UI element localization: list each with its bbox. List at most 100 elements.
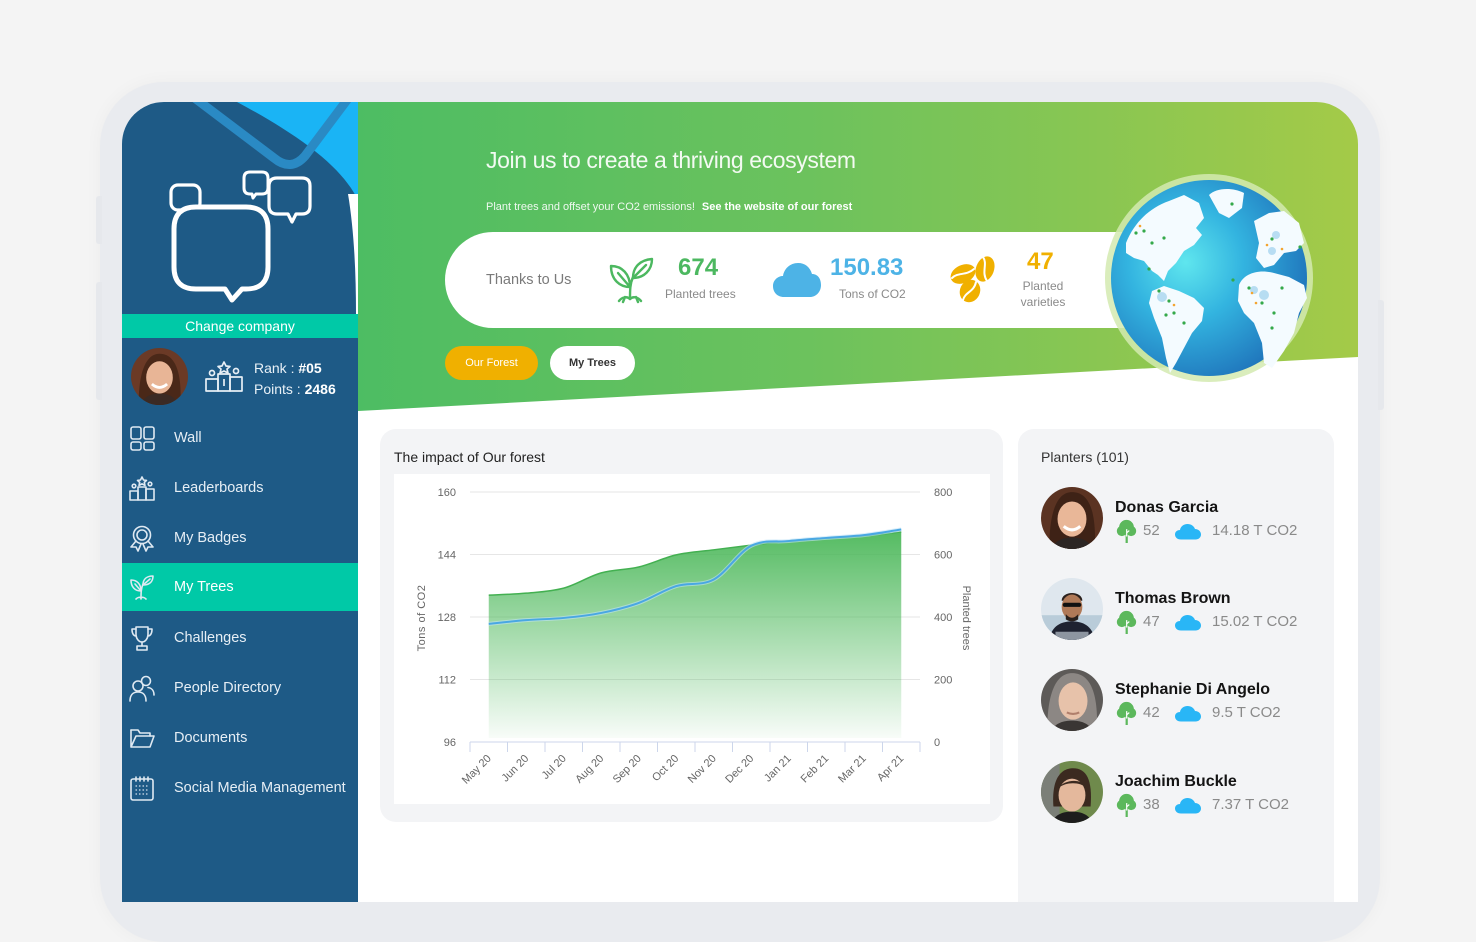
- planter-row[interactable]: Joachim Buckle 38 7.37 T CO2: [1041, 761, 1321, 825]
- trees-data-point: [786, 539, 791, 544]
- trees-data-point: [524, 618, 529, 623]
- cloud-icon: [1175, 524, 1201, 540]
- x-tick-label: Jul 20: [540, 753, 569, 782]
- trees-data-point: [861, 533, 866, 538]
- hero-title: Join us to create a thriving ecosystem: [486, 147, 856, 173]
- grid-icon: [128, 424, 156, 452]
- sidebar-item-my-trees[interactable]: My Trees: [122, 563, 358, 611]
- planter-co2: 14.18 T CO2: [1212, 522, 1298, 539]
- planter-row[interactable]: Stephanie Di Angelo 42 9.5 T CO2: [1041, 669, 1321, 733]
- cloud-icon: [1175, 798, 1201, 814]
- people-icon: [128, 674, 156, 702]
- device-side-button: [96, 282, 102, 400]
- points-label: Points :: [254, 381, 301, 397]
- avatar: [1041, 669, 1103, 731]
- device-side-button: [96, 196, 102, 244]
- company-logo[interactable]: [122, 102, 358, 314]
- planter-trees-count: 42: [1143, 704, 1160, 721]
- cloud-icon: [1175, 615, 1201, 631]
- podium-icon: [128, 474, 156, 502]
- y-left-tick-label: 112: [438, 675, 456, 687]
- x-tick-label: Dec 20: [723, 753, 756, 786]
- badge-icon: [128, 524, 156, 552]
- planted-trees-value: 674: [678, 254, 719, 281]
- podium-icon: [205, 361, 243, 392]
- chat-bubbles-icon: [169, 170, 312, 303]
- co2-data-point: [674, 552, 679, 557]
- rank-label: Rank :: [254, 360, 295, 376]
- avatar: [1041, 761, 1103, 823]
- sidebar-item-my-badges[interactable]: My Badges: [122, 513, 358, 563]
- tab-my-trees[interactable]: My Trees: [550, 346, 635, 380]
- app-screen: Change company Rank : #05 Points : 2486: [122, 102, 1358, 902]
- sidebar-item-social-media-management[interactable]: Social Media Management: [122, 763, 358, 813]
- planters-title: Planters (101): [1041, 449, 1129, 465]
- y-right-tick-label: 0: [934, 737, 940, 749]
- y-right-tick-label: 200: [934, 675, 952, 687]
- planter-row[interactable]: Thomas Brown 47 15.02 T CO2: [1041, 578, 1321, 642]
- forest-website-link[interactable]: See the website of our forest: [702, 201, 852, 213]
- coffee-beans-icon: [950, 256, 995, 303]
- planter-name: Donas Garcia: [1115, 499, 1219, 516]
- y-right-axis-title: Planted trees: [960, 586, 972, 651]
- calendar-icon: [128, 774, 156, 802]
- user-avatar[interactable]: [131, 348, 188, 405]
- x-tick-label: Jan 21: [762, 753, 794, 785]
- x-tick-label: Oct 20: [650, 753, 681, 784]
- y-right-tick-label: 800: [934, 487, 952, 499]
- planter-co2: 9.5 T CO2: [1212, 704, 1281, 721]
- cloud-icon: [773, 263, 821, 297]
- hero-subtitle-text: Plant trees and offset your CO2 emission…: [486, 201, 695, 213]
- x-tick-label: Jun 20: [500, 753, 532, 785]
- planter-trees-count: 38: [1143, 796, 1160, 813]
- avatar: [1041, 578, 1103, 640]
- avatar: [1041, 487, 1103, 549]
- rank-value: #05: [298, 360, 322, 376]
- sprout-icon: [609, 257, 654, 304]
- planter-row[interactable]: Donas Garcia 52 14.18 T CO2: [1041, 487, 1321, 551]
- y-left-tick-label: 144: [438, 550, 456, 562]
- trees-data-point: [561, 615, 566, 620]
- co2-data-point: [636, 565, 641, 570]
- x-tick-label: Aug 20: [573, 753, 606, 786]
- planter-trees-count: 52: [1143, 522, 1160, 539]
- trophy-icon: [128, 624, 156, 652]
- x-tick-label: Nov 20: [686, 753, 719, 786]
- sprout-icon: [128, 573, 156, 601]
- trees-data-point: [636, 600, 641, 605]
- x-tick-label: Apr 21: [875, 753, 906, 784]
- trees-data-point: [486, 621, 491, 626]
- device-side-button: [1378, 300, 1384, 410]
- planted-varieties-label: Planted varieties: [1020, 279, 1066, 309]
- x-tick-label: Mar 21: [836, 753, 869, 786]
- sidebar: Change company Rank : #05 Points : 2486: [122, 102, 358, 902]
- sidebar-item-challenges[interactable]: Challenges: [122, 613, 358, 663]
- planter-name: Stephanie Di Angelo: [1115, 681, 1270, 698]
- planter-trees-count: 47: [1143, 613, 1160, 630]
- y-right-tick-label: 600: [934, 550, 952, 562]
- sidebar-item-people-directory[interactable]: People Directory: [122, 663, 358, 713]
- planter-co2: 7.37 T CO2: [1212, 796, 1289, 813]
- hero-subtitle: Plant trees and offset your CO2 emission…: [486, 200, 852, 214]
- sidebar-nav: Wall Leaderboards My Badges My Trees Cha…: [122, 413, 358, 813]
- co2-data-point: [599, 570, 604, 575]
- y-left-tick-label: 128: [438, 612, 456, 624]
- sidebar-item-wall[interactable]: Wall: [122, 413, 358, 463]
- co2-area: [488, 531, 902, 738]
- y-right-tick-label: 400: [934, 612, 952, 624]
- tree-icon: [1116, 701, 1137, 725]
- impact-chart-title: The impact of Our forest: [394, 449, 545, 465]
- y-left-axis-title: Tons of CO2: [416, 585, 428, 652]
- sidebar-item-leaderboards[interactable]: Leaderboards: [122, 463, 358, 513]
- impact-chart-card: The impact of Our forest 96 112 128 144 160 0…: [380, 429, 1003, 822]
- y-left-tick-label: 96: [444, 737, 456, 749]
- trees-data-point: [824, 535, 829, 540]
- change-company-button[interactable]: Change company: [122, 314, 358, 338]
- trees-data-point: [599, 610, 604, 615]
- trees-data-point: [899, 527, 904, 532]
- globe-illustration: [1105, 174, 1313, 382]
- tree-icon: [1116, 519, 1137, 543]
- sidebar-item-documents[interactable]: Documents: [122, 713, 358, 763]
- x-tick-label: May 20: [460, 753, 494, 787]
- tab-our-forest[interactable]: Our Forest: [445, 346, 538, 380]
